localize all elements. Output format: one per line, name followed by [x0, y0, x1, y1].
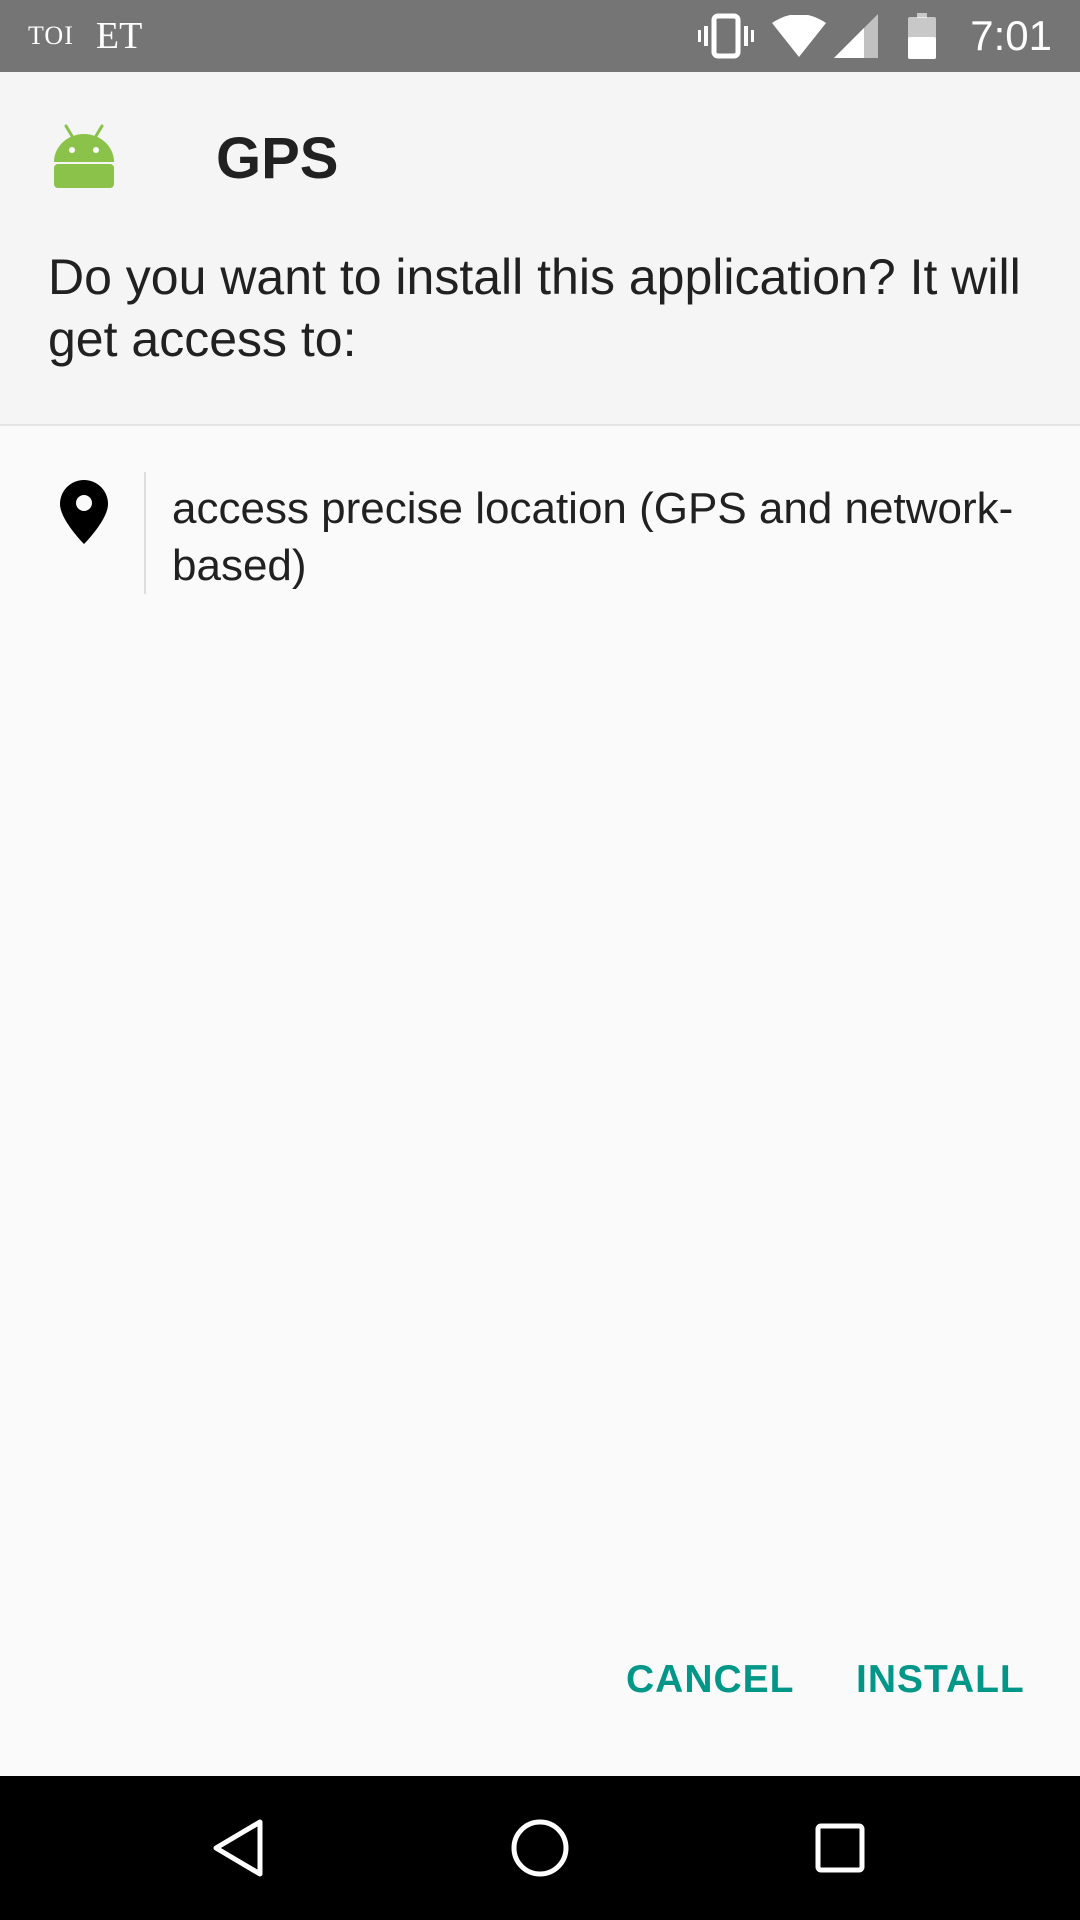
- cancel-button[interactable]: CANCEL: [626, 1650, 795, 1710]
- navigation-bar: [0, 1776, 1080, 1920]
- wifi-icon: [772, 15, 827, 57]
- toi-notification-icon: TOI: [28, 21, 74, 50]
- cell-signal-icon: [834, 14, 879, 58]
- install-header: GPS Do you want to install this applicat…: [0, 72, 1080, 426]
- status-bar: TOI ET 7:01: [0, 0, 1080, 72]
- notification-icons: TOI ET: [28, 0, 142, 72]
- permission-divider: [144, 472, 146, 594]
- permission-label: access precise location (GPS and network…: [172, 484, 1014, 590]
- install-button[interactable]: INSTALL: [856, 1650, 1025, 1710]
- system-icons: 7:01: [698, 0, 1052, 72]
- install-screen: TOI ET 7:01 GPS Do you want to install t…: [0, 0, 1080, 1920]
- recents-icon[interactable]: [804, 1812, 876, 1884]
- et-notification-icon: ET: [95, 15, 143, 57]
- vibrate-icon: [698, 12, 755, 60]
- clock: 7:01: [970, 12, 1052, 59]
- back-icon[interactable]: [204, 1812, 276, 1884]
- android-robot-icon: [52, 124, 116, 190]
- install-prompt: Do you want to install this application?…: [48, 249, 1021, 367]
- permission-item: access precise location (GPS and network…: [0, 472, 1080, 596]
- battery-icon: [908, 13, 937, 59]
- home-icon[interactable]: [504, 1812, 576, 1884]
- location-pin-icon: [60, 480, 108, 544]
- app-name: GPS: [216, 126, 339, 191]
